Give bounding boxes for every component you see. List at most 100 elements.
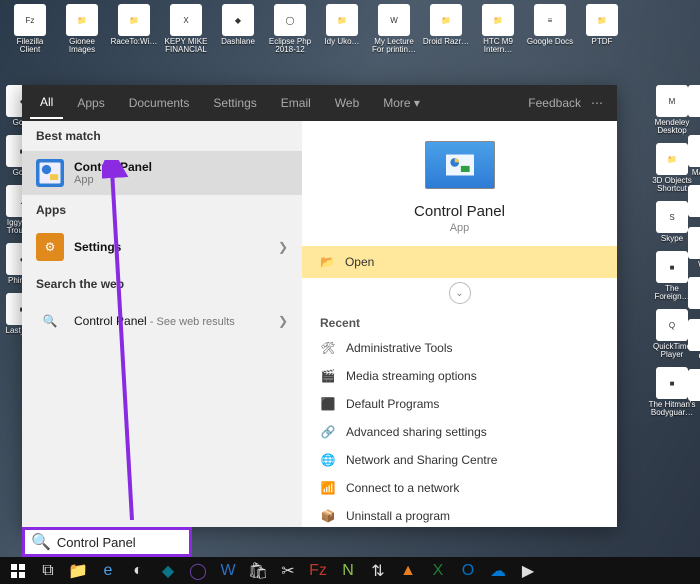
- tab-documents[interactable]: Documents: [119, 88, 200, 118]
- desktop-icon[interactable]: 📁HTC M9 Intern…: [474, 4, 522, 54]
- desktop-icon-label: Eclipse Php 2018-12: [266, 38, 314, 54]
- control-panel-large-icon: [425, 141, 495, 189]
- recent-item-label: Administrative Tools: [346, 341, 453, 355]
- recent-item-label: Connect to a network: [346, 481, 459, 495]
- desktop-icon[interactable]: [680, 277, 700, 311]
- desktop-icon[interactable]: 📁 Droid Razr…: [422, 4, 470, 54]
- taskbar-app-store[interactable]: 🛍: [244, 559, 272, 583]
- taskbar-app-vlc[interactable]: ▲: [394, 559, 422, 583]
- results-list: Best match Control Panel App Apps ⚙ Sett…: [22, 121, 302, 527]
- recent-item-label: Default Programs: [346, 397, 439, 411]
- recent-item-label: Network and Sharing Centre: [346, 453, 497, 467]
- taskbar: ⧉ 📁 e ◐ ◆ ◯ W 🛍 ✂ Fz N ⇅ ▲ X O ☁ ▶: [0, 557, 700, 584]
- task-view-button[interactable]: ⧉: [34, 559, 62, 583]
- desktop-icon[interactable]: 📁Ga: [680, 319, 700, 361]
- tab-email[interactable]: Email: [271, 88, 321, 118]
- app-icon: 📁: [326, 4, 358, 36]
- recent-item[interactable]: 🎬Media streaming options: [302, 362, 617, 390]
- tab-more[interactable]: More ▾: [373, 88, 430, 118]
- recent-item-icon: 🔗: [320, 424, 336, 440]
- tab-web[interactable]: Web: [325, 88, 369, 118]
- desktop-icon[interactable]: KK: [680, 85, 700, 127]
- recent-item-icon: 🛠: [320, 340, 336, 356]
- app-icon: 📁: [430, 4, 462, 36]
- start-search-panel: All Apps Documents Settings Email Web Mo…: [22, 85, 617, 527]
- desktop-icon-label: The Hitman's Bodyguar…: [648, 401, 696, 417]
- recent-item[interactable]: 🛠 Administrative Tools: [302, 334, 617, 362]
- search-icon: 🔍: [36, 307, 64, 335]
- result-preview: Control Panel App 📂 Open ⌄ Recent 🛠Admin…: [302, 121, 617, 527]
- result-settings[interactable]: ⚙ Settings ❯: [22, 225, 302, 269]
- taskbar-app-filezilla[interactable]: Fz: [304, 559, 332, 583]
- desktop-icon-label: KEPY MIKE FINANCIAL…: [162, 38, 210, 54]
- open-label: Open: [345, 255, 374, 269]
- app-icon: 📁: [688, 319, 700, 351]
- desktop-icon[interactable]: FzFilezilla Client: [6, 4, 54, 54]
- desktop-icon[interactable]: ■Wa: [680, 227, 700, 269]
- desktop-icon[interactable]: 📁RaceTo:Wi…: [110, 4, 158, 54]
- desktop-icon[interactable]: 📁PTDF: [578, 4, 626, 54]
- app-icon: 📁: [66, 4, 98, 36]
- taskbar-app-explorer[interactable]: 📁: [64, 559, 92, 583]
- control-panel-icon: [36, 159, 64, 187]
- desktop-icon[interactable]: [680, 185, 700, 219]
- taskbar-app-dashlane[interactable]: ◆: [154, 559, 182, 583]
- taskbar-app-video[interactable]: ▶: [514, 559, 542, 583]
- recent-item[interactable]: 📦 Uninstall a program: [302, 502, 617, 527]
- desktop-icon-label: Droid Razr…: [423, 38, 469, 46]
- result-control-panel[interactable]: Control Panel App: [22, 151, 302, 195]
- app-icon: ◆: [222, 4, 254, 36]
- tab-all[interactable]: All: [30, 87, 63, 119]
- recent-item[interactable]: 📶Connect to a network: [302, 474, 617, 502]
- expand-button[interactable]: ⌄: [449, 282, 471, 304]
- app-icon: [688, 369, 700, 401]
- desktop-icons-right-partial: KK mMATH. ■Wa 📁Ga: [680, 85, 700, 403]
- desktop-icon[interactable]: ≡Google Docs: [526, 4, 574, 54]
- result-web-control-panel[interactable]: 🔍 Control Panel - See web results ❯: [22, 299, 302, 343]
- desktop-icon[interactable]: 📁Idy Uko…: [318, 4, 366, 54]
- taskbar-app-onedrive[interactable]: ☁: [484, 559, 512, 583]
- preview-title: Control Panel: [414, 203, 505, 220]
- recent-item[interactable]: 🌐Network and Sharing Centre: [302, 446, 617, 474]
- tab-settings[interactable]: Settings: [203, 88, 266, 118]
- taskbar-app-outlook[interactable]: O: [454, 559, 482, 583]
- desktop-icon[interactable]: X KEPY MIKE FINANCIAL…: [162, 4, 210, 54]
- recent-item-icon: 📦: [320, 508, 336, 524]
- taskbar-app-edge[interactable]: e: [94, 559, 122, 583]
- taskbar-app-eclipse[interactable]: ◯: [184, 559, 212, 583]
- desktop-icons-top: FzFilezilla Client📁Gionee Images📁RaceTo:…: [0, 0, 700, 58]
- recent-item[interactable]: ⬛Default Programs: [302, 390, 617, 418]
- taskbar-app-excel[interactable]: X: [424, 559, 452, 583]
- open-action[interactable]: 📂 Open: [302, 246, 617, 278]
- desktop-icon[interactable]: [680, 369, 700, 403]
- feedback-link[interactable]: Feedback: [528, 96, 581, 110]
- taskbar-app-chrome[interactable]: ◐: [124, 559, 152, 583]
- overflow-menu-icon[interactable]: ⋯: [585, 94, 609, 112]
- app-icon: [688, 277, 700, 309]
- desktop-icon[interactable]: ◯ Eclipse Php 2018-12: [266, 4, 314, 54]
- app-icon: 📁: [586, 4, 618, 36]
- result-title: Control Panel: [74, 314, 147, 328]
- recent-item-label: Uninstall a program: [346, 509, 450, 523]
- taskbar-app-word[interactable]: W: [214, 559, 242, 583]
- desktop-icon[interactable]: 📁Gionee Images: [58, 4, 106, 54]
- taskbar-app-snip[interactable]: ✂: [274, 559, 302, 583]
- search-input[interactable]: [57, 535, 233, 550]
- taskbar-app-winscp[interactable]: ⇅: [364, 559, 392, 583]
- recent-item-icon: 🎬: [320, 368, 336, 384]
- desktop-icon[interactable]: mMATH.: [680, 135, 700, 177]
- desktop-icon-label: Dashlane: [221, 38, 255, 46]
- desktop-icon-label: My Lecture For printin…: [370, 38, 418, 54]
- app-icon: ≡: [534, 4, 566, 36]
- app-icon: Fz: [14, 4, 46, 36]
- taskbar-app-notepadpp[interactable]: N: [334, 559, 362, 583]
- desktop-icon[interactable]: WMy Lecture For printin…: [370, 4, 418, 54]
- app-icon: X: [170, 4, 202, 36]
- recent-item[interactable]: 🔗Advanced sharing settings: [302, 418, 617, 446]
- tab-apps[interactable]: Apps: [67, 88, 114, 118]
- app-icon: ◯: [274, 4, 306, 36]
- desktop-icon[interactable]: ◆ Dashlane: [214, 4, 262, 54]
- taskbar-search-box[interactable]: 🔍: [22, 527, 192, 557]
- start-button[interactable]: [4, 559, 32, 583]
- desktop-icon-label: RaceTo:Wi…: [111, 38, 158, 46]
